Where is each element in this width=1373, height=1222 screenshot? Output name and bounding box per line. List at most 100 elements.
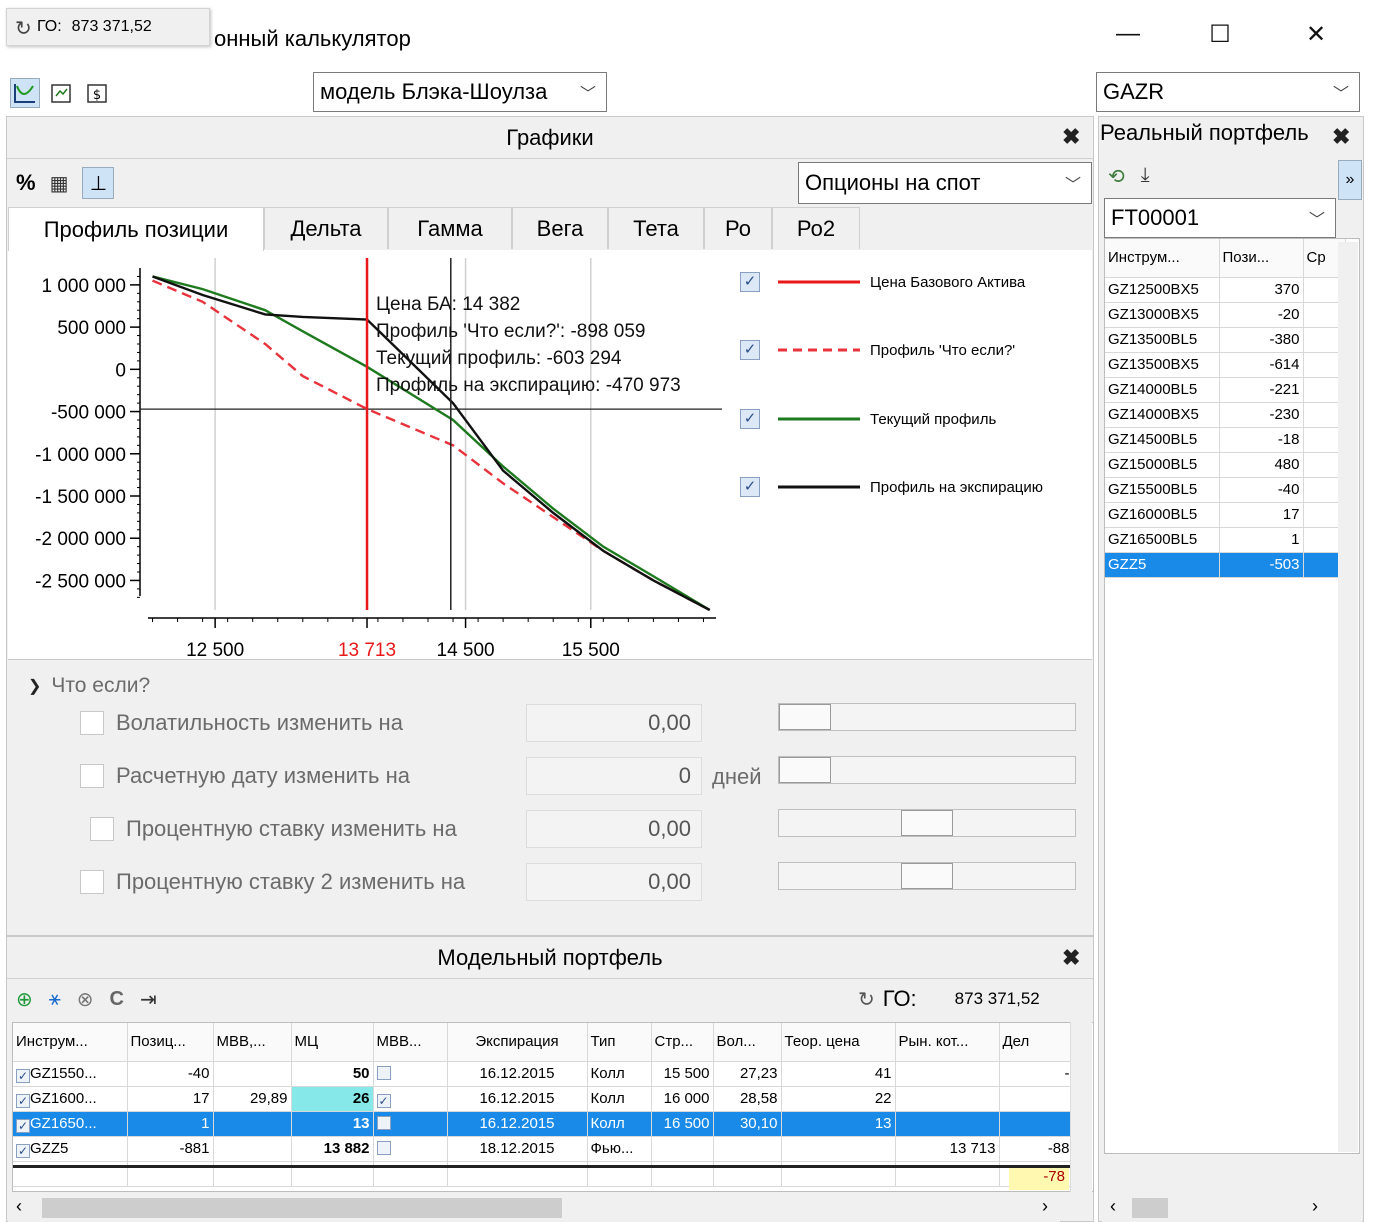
cell-position[interactable]: -221 xyxy=(1219,377,1304,403)
close-icon[interactable]: ✖ xyxy=(1062,945,1080,971)
rate2-checkbox[interactable] xyxy=(80,870,104,894)
cell-mvvchk[interactable]: ✓ xyxy=(373,1086,448,1112)
cell-delta[interactable] xyxy=(999,1111,1074,1137)
cell-delta[interactable]: -88 xyxy=(999,1136,1074,1162)
column-header[interactable]: МВВ,... xyxy=(213,1023,292,1062)
tab-delta[interactable]: Дельта xyxy=(264,207,388,249)
cell-position[interactable]: -40 xyxy=(1219,477,1304,503)
mvv-checkbox[interactable] xyxy=(376,1066,391,1080)
column-header[interactable]: Стр... xyxy=(651,1023,714,1062)
cell-position[interactable]: -20 xyxy=(1219,302,1304,328)
account-select[interactable]: FT00001 ﹀ xyxy=(1104,198,1336,238)
rate-slider[interactable] xyxy=(778,809,1076,837)
column-header[interactable]: Позиц... xyxy=(127,1023,214,1062)
date-input[interactable]: 0 xyxy=(526,757,702,795)
cell-mvv[interactable]: 29,89 xyxy=(213,1086,292,1112)
cell-instr[interactable]: ✓ GZ1550... xyxy=(13,1061,128,1087)
tab-vega[interactable]: Вега xyxy=(512,207,608,249)
table-row[interactable]: GZ13500BX5 -614 xyxy=(1105,352,1346,378)
date-slider[interactable] xyxy=(778,756,1076,784)
mvv-checkbox[interactable] xyxy=(376,1141,391,1155)
cell-instrument[interactable]: GZ14000BL5 xyxy=(1105,377,1220,403)
cell-strike[interactable]: 16 000 xyxy=(651,1086,714,1112)
crosshair-icon[interactable]: ⊥ xyxy=(82,167,115,199)
cell-type[interactable]: Фью... xyxy=(587,1136,652,1162)
cell-exp[interactable]: 16.12.2015 xyxy=(447,1086,588,1112)
scroll-left-icon[interactable]: ‹ xyxy=(1110,1196,1116,1217)
cell-position[interactable]: 370 xyxy=(1219,277,1304,303)
rate2-input[interactable]: 0,00 xyxy=(526,863,702,901)
column-header[interactable]: Дел xyxy=(999,1023,1074,1062)
scroll-right-icon[interactable]: › xyxy=(1042,1196,1048,1217)
table-row[interactable]: GZ16500BL5 1 xyxy=(1105,527,1346,553)
refresh-icon[interactable]: ↻ xyxy=(858,987,875,1012)
cell-instrument[interactable]: GZ16000BL5 xyxy=(1105,502,1220,528)
cell-instrument[interactable]: GZ15500BL5 xyxy=(1105,477,1220,503)
cell-mvvchk[interactable] xyxy=(373,1061,448,1087)
refresh-icon[interactable]: ↻ xyxy=(15,16,32,41)
column-header[interactable]: Пози... xyxy=(1219,239,1304,278)
cell-instr[interactable]: ✓ GZ1650... xyxy=(13,1111,128,1137)
table-row[interactable]: GZ13500BL5 -380 xyxy=(1105,327,1346,353)
cell-theor[interactable] xyxy=(781,1136,896,1162)
cell-pos[interactable]: 17 xyxy=(127,1086,214,1112)
money-icon[interactable]: $ xyxy=(82,78,112,108)
column-header[interactable]: Экспирация xyxy=(447,1023,588,1062)
table-row[interactable]: GZZ5 -503 xyxy=(1105,552,1346,578)
import-icon[interactable]: ⇥ xyxy=(140,987,157,1012)
tab-gamma[interactable]: Гамма xyxy=(388,207,512,249)
volatility-input[interactable]: 0,00 xyxy=(526,704,702,742)
real-vscrollbar[interactable] xyxy=(1338,242,1358,1152)
cell-instrument[interactable]: GZ16500BL5 xyxy=(1105,527,1220,553)
cell-instrument[interactable]: GZ14000BX5 xyxy=(1105,402,1220,428)
cell-vol[interactable]: 28,58 xyxy=(713,1086,782,1112)
table-row[interactable]: GZ14000BX5 -230 xyxy=(1105,402,1346,428)
column-header[interactable]: Вол... xyxy=(713,1023,782,1062)
volatility-slider[interactable] xyxy=(778,703,1076,731)
position-profile-chart[interactable]: 1 000 000 500 000 0 -500 000 -1 000 000 -1 50… xyxy=(8,250,728,660)
model-select[interactable]: модель Блэка-Шоулза ﹀ xyxy=(313,72,607,112)
legend-checkbox[interactable]: ✓ xyxy=(740,272,760,292)
cell-vol[interactable]: 30,10 xyxy=(713,1111,782,1137)
column-header[interactable]: Рын. кот... xyxy=(895,1023,1000,1062)
cell-pos[interactable]: 1 xyxy=(127,1111,214,1137)
cell-exp[interactable]: 16.12.2015 xyxy=(447,1111,588,1137)
cell-mvvchk[interactable] xyxy=(373,1111,448,1137)
cell-exp[interactable]: 16.12.2015 xyxy=(447,1061,588,1087)
cell-mvvchk[interactable] xyxy=(373,1136,448,1162)
row-checkbox[interactable]: ✓ xyxy=(16,1118,30,1133)
cell-instrument[interactable]: GZZ5 xyxy=(1105,552,1220,578)
scroll-left-icon[interactable]: ‹ xyxy=(16,1196,22,1217)
cell-mc[interactable]: 13 882 xyxy=(291,1136,374,1162)
cell-pos[interactable]: -40 xyxy=(127,1061,214,1087)
cell-instrument[interactable]: GZ13500BX5 xyxy=(1105,352,1220,378)
cell-theor[interactable]: 22 xyxy=(781,1086,896,1112)
cell-instr[interactable]: ✓ GZZ5 xyxy=(13,1136,128,1162)
cell-mvv[interactable] xyxy=(213,1061,292,1087)
cell-position[interactable]: -503 xyxy=(1219,552,1304,578)
cell-mkt[interactable] xyxy=(895,1111,1000,1137)
cell-position[interactable]: -230 xyxy=(1219,402,1304,428)
cell-mc[interactable]: 50 xyxy=(291,1061,374,1087)
sync-icon[interactable]: ⟲ xyxy=(1108,164,1125,189)
cell-instrument[interactable]: GZ12500BX5 xyxy=(1105,277,1220,303)
cell-theor[interactable]: 41 xyxy=(781,1061,896,1087)
cell-mkt[interactable] xyxy=(895,1086,1000,1112)
cell-pos[interactable]: -881 xyxy=(127,1136,214,1162)
grid-icon[interactable]: ▦ xyxy=(50,171,69,196)
cell-mvv[interactable] xyxy=(213,1136,292,1162)
cell-instrument[interactable]: GZ14500BL5 xyxy=(1105,427,1220,453)
cell-type[interactable]: Колл xyxy=(587,1111,652,1137)
mvv-checkbox[interactable]: ✓ xyxy=(376,1093,391,1108)
cell-vol[interactable]: 27,23 xyxy=(713,1061,782,1087)
column-header[interactable]: МВВ... xyxy=(373,1023,448,1062)
date-checkbox[interactable] xyxy=(80,764,104,788)
table-row[interactable]: GZ14000BL5 -221 xyxy=(1105,377,1346,403)
rate2-slider[interactable] xyxy=(778,862,1076,890)
clear-icon[interactable]: C xyxy=(110,988,124,1011)
split-icon[interactable]: ⚹ xyxy=(49,988,61,1011)
table-row[interactable]: GZ12500BX5 370 xyxy=(1105,277,1346,303)
scroll-thumb[interactable] xyxy=(1132,1198,1168,1218)
table-row[interactable]: ✓ GZ1600... 17 29,89 26 ✓ 16.12.2015 Колл 16 000… xyxy=(13,1086,1074,1112)
close-icon[interactable]: ✖ xyxy=(1062,124,1080,150)
